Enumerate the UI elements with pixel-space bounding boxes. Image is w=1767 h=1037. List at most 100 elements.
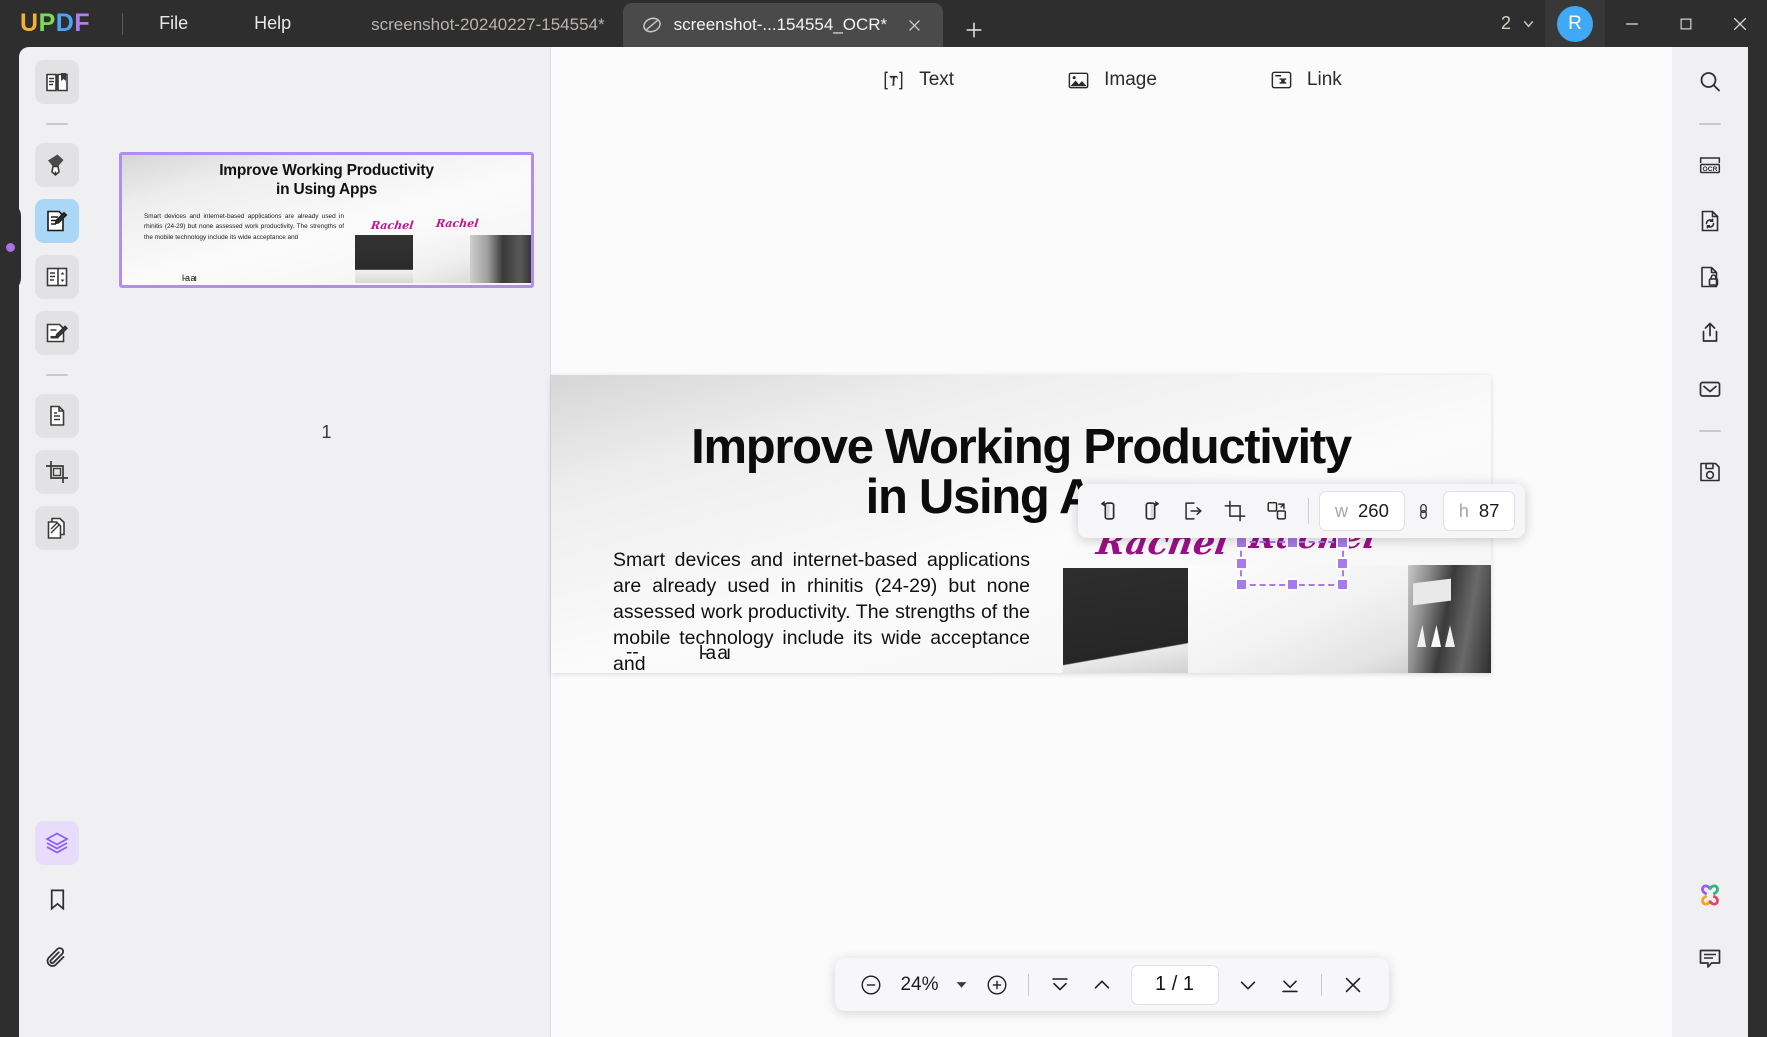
right-item-comments[interactable]	[1688, 937, 1732, 981]
sidebar-item-annotate[interactable]	[35, 143, 79, 187]
zoom-toolbar: 24% 1 / 1	[834, 958, 1389, 1011]
rail-separator	[46, 123, 68, 125]
zoom-separator-2	[1320, 973, 1322, 996]
sidebar-item-fill-and-sign[interactable]	[35, 311, 79, 355]
sidebar-item-page-tools[interactable]	[35, 394, 79, 438]
edit-tool-image[interactable]: Image	[1053, 61, 1170, 100]
resize-handle-sw[interactable]	[1235, 578, 1248, 591]
sidebar-item-layers[interactable]	[35, 821, 79, 865]
resize-handle-w[interactable]	[1235, 557, 1248, 570]
thumb-photo-3	[470, 235, 531, 283]
last-page-button[interactable]	[1270, 965, 1310, 1005]
close-button[interactable]	[1713, 0, 1767, 47]
minimize-button[interactable]	[1605, 0, 1659, 47]
collapse-dot	[6, 242, 15, 252]
image-width-field[interactable]: w 260	[1319, 491, 1405, 531]
image-height-field[interactable]: h 87	[1442, 491, 1516, 531]
prev-page-button[interactable]	[1082, 965, 1122, 1005]
sidebar-item-crop-pages[interactable]	[35, 450, 79, 494]
resize-handle-se[interactable]	[1336, 578, 1349, 591]
right-item-updf-ai[interactable]	[1688, 873, 1732, 917]
link-icon	[1269, 68, 1294, 93]
maximize-button[interactable]	[1659, 0, 1713, 47]
new-tab-button[interactable]	[957, 13, 991, 47]
first-page-button[interactable]	[1040, 965, 1080, 1005]
caret-down-icon[interactable]	[949, 968, 975, 1002]
thumb-photo-1	[355, 235, 413, 283]
edit-tool-text[interactable]: T Text	[868, 61, 967, 100]
sidebar-item-bookmarks[interactable]	[35, 877, 79, 921]
right-item-search[interactable]	[1688, 60, 1732, 104]
page-stray-marks: --	[626, 642, 639, 663]
page-indicator-field[interactable]: 1 / 1	[1130, 964, 1219, 1005]
zoom-in-button[interactable]	[977, 965, 1017, 1005]
right-item-save[interactable]	[1688, 450, 1732, 494]
thumbnail-page-number: 1	[321, 422, 332, 442]
right-item-share[interactable]	[1688, 311, 1732, 355]
thumbnail-panel: Improve Working Productivity in Using Ap…	[95, 47, 551, 1037]
avatar: R	[1557, 5, 1593, 42]
thumbnail-preview: Improve Working Productivity in Using Ap…	[122, 155, 531, 285]
resize-handle-s[interactable]	[1285, 578, 1299, 591]
close-zoom-toolbar-button[interactable]	[1333, 965, 1373, 1005]
account-count: 2	[1500, 13, 1511, 33]
next-page-button[interactable]	[1228, 965, 1268, 1005]
crop-image-button[interactable]	[1214, 491, 1256, 531]
edit-tool-link[interactable]: Link	[1256, 61, 1355, 100]
menu-help[interactable]: Help	[240, 8, 305, 39]
sidebar-item-reader-mode[interactable]	[35, 60, 79, 104]
edit-tool-label: Link	[1306, 69, 1342, 90]
zoom-out-button[interactable]	[851, 965, 891, 1005]
image-selection-box[interactable]	[1235, 536, 1349, 591]
tab-title: screenshot-20240227-154554*	[371, 15, 605, 34]
updf-window: U P D F File Help screenshot-20240227-15…	[0, 0, 1767, 1037]
sidebar-item-attachments[interactable]	[35, 937, 79, 981]
thumbnail-page-1[interactable]: Improve Working Productivity in Using Ap…	[119, 152, 534, 288]
aspect-ratio-lock-button[interactable]	[1405, 491, 1443, 531]
title-bar: U P D F File Help screenshot-20240227-15…	[0, 0, 1767, 47]
right-item-convert[interactable]	[1688, 199, 1732, 243]
account-count-dropdown[interactable]: 2	[1493, 9, 1545, 38]
edit-tool-label: Image	[1104, 69, 1157, 90]
logo-letter-d: D	[55, 9, 75, 37]
page-photo-blackboard	[1063, 568, 1188, 673]
edit-tool-label: Text	[919, 69, 955, 90]
rail-separator-2	[46, 374, 68, 376]
right-rail-separator-2	[1699, 430, 1721, 432]
rotate-right-button[interactable]	[1130, 491, 1172, 531]
width-value: 260	[1358, 500, 1389, 521]
resize-handle-e[interactable]	[1336, 557, 1349, 570]
extract-image-button[interactable]	[1172, 491, 1214, 531]
svg-text:OCR: OCR	[1703, 166, 1718, 173]
right-item-email[interactable]	[1688, 367, 1732, 411]
replace-image-button[interactable]	[1256, 491, 1298, 531]
zoom-level[interactable]: 24%	[893, 974, 947, 996]
page-title-line-1: Improve Working Productivity	[691, 420, 1352, 474]
right-item-protect[interactable]	[1688, 255, 1732, 299]
tab-title: screenshot-...154554_OCR*	[673, 15, 888, 34]
tab-0[interactable]: screenshot-20240227-154554*	[353, 3, 622, 47]
page-body-text[interactable]: Smart devices and internet-based applica…	[613, 548, 1030, 673]
thumb-signature-left: Rachel	[370, 219, 415, 232]
image-icon	[1066, 68, 1091, 93]
sidebar-item-edit-pdf[interactable]	[35, 199, 79, 243]
sidebar-item-organize-pages[interactable]	[35, 255, 79, 299]
text-box-icon: T	[881, 68, 906, 93]
updf-logo: U P D F	[20, 9, 90, 38]
rotate-left-button[interactable]	[1088, 491, 1130, 531]
chevron-down-icon	[1520, 15, 1537, 32]
sidebar-item-batch-process[interactable]	[35, 506, 79, 550]
tab-1[interactable]: screenshot-...154554_OCR*	[622, 3, 944, 47]
thumb-photo-2	[413, 235, 470, 283]
menu-file[interactable]: File	[145, 8, 202, 39]
tab-close-icon[interactable]	[903, 14, 925, 36]
pdf-slash-icon	[641, 14, 663, 36]
sidebar-collapse-handle[interactable]	[0, 202, 21, 292]
left-toolbar-rail	[19, 47, 95, 1037]
thumb-artifact-text: l-a aı	[182, 273, 197, 283]
edit-mode-toolbar: T Text Image Link	[551, 47, 1672, 113]
account-avatar-button[interactable]: R	[1545, 0, 1605, 47]
right-item-ocr[interactable]: OCR	[1688, 143, 1732, 187]
titlebar-right: 2 R	[1493, 0, 1767, 47]
svg-text:T: T	[890, 74, 898, 88]
